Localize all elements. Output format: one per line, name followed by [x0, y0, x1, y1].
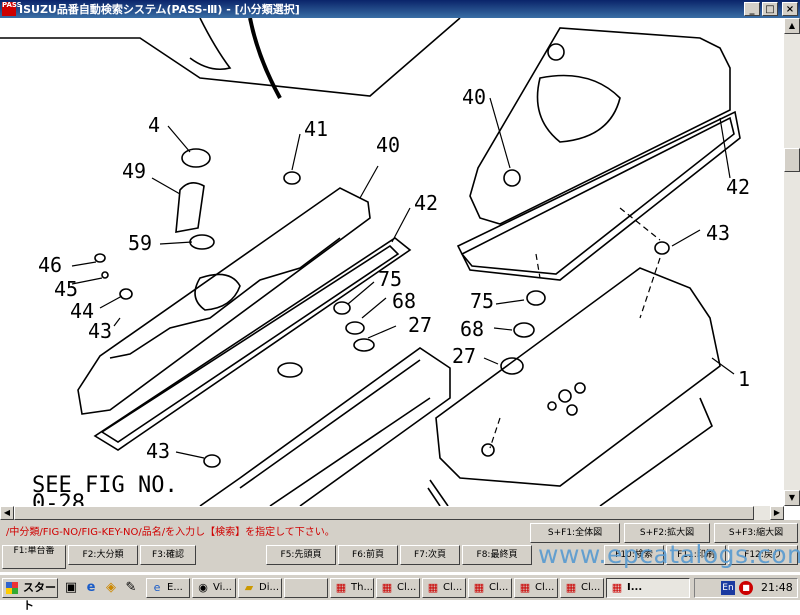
- start-label: スタート: [23, 581, 56, 612]
- scroll-right-icon[interactable]: ▶: [770, 506, 784, 520]
- minimize-button[interactable]: _: [744, 2, 760, 16]
- task-blank[interactable]: [284, 578, 328, 598]
- edit-icon[interactable]: ✎: [122, 579, 140, 597]
- task-cl-4[interactable]: ▦ Cl...: [514, 578, 558, 598]
- language-indicator[interactable]: En: [721, 581, 735, 595]
- app-task-icon: ▦: [381, 581, 393, 594]
- callout-41[interactable]: 41: [304, 117, 328, 141]
- desktop-icon[interactable]: ▣: [62, 579, 80, 597]
- scroll-up-icon[interactable]: ▲: [784, 18, 800, 34]
- app-task-icon: ▦: [427, 581, 439, 594]
- callout-49[interactable]: 49: [122, 159, 146, 183]
- app-task-icon: ▦: [335, 581, 347, 594]
- parts-diagram-svg: 4 41 40 49 42 59 46 45 75 68 44 27 43 43…: [0, 18, 750, 506]
- task-cl-5[interactable]: ▦ Cl...: [560, 578, 604, 598]
- callout-43-lower[interactable]: 43: [146, 439, 170, 463]
- window-title: ISUZU品番自動検索システム(PASS-Ⅲ) - [小分類選択]: [19, 3, 300, 16]
- callout-4[interactable]: 4: [148, 113, 160, 137]
- horizontal-scroll-thumb[interactable]: [14, 506, 754, 520]
- callout-59[interactable]: 59: [128, 231, 152, 255]
- app-task-icon: ◉: [198, 581, 208, 594]
- callout-43-right[interactable]: 43: [706, 221, 730, 245]
- taskbar: スタート ▣ e ◈ ✎ e E... ◉ Vi... ▰ Di... ▦ Th... …: [0, 574, 800, 612]
- task-cl-2[interactable]: ▦ Cl...: [422, 578, 466, 598]
- callout-42-right[interactable]: 42: [726, 175, 750, 199]
- callout-68[interactable]: 68: [392, 289, 416, 313]
- app-icon[interactable]: PASS: [2, 2, 22, 16]
- fkey-f7[interactable]: F7:次頁: [400, 545, 460, 565]
- right-gasket: [456, 110, 741, 281]
- task-cl-1[interactable]: ▦ Cl...: [376, 578, 420, 598]
- left-rocker-cover[interactable]: [77, 187, 371, 415]
- callout-40-right[interactable]: 40: [462, 85, 486, 109]
- app-task-icon: ▦: [611, 581, 623, 594]
- callout-45[interactable]: 45: [54, 277, 78, 301]
- fkey-f8[interactable]: F8:最終頁: [462, 545, 532, 565]
- divider-line: [0, 18, 461, 97]
- vertical-scroll-thumb[interactable]: [784, 148, 800, 172]
- callout-1[interactable]: 1: [738, 367, 750, 391]
- close-button[interactable]: ×: [782, 2, 798, 16]
- callout-27-right[interactable]: 27: [452, 344, 476, 368]
- fkey-f5[interactable]: F5:先頭頁: [266, 545, 336, 565]
- app-task-icon: ▦: [473, 581, 485, 594]
- folder-icon: ▰: [244, 581, 254, 594]
- task-i-active[interactable]: ▦ I...: [606, 578, 690, 598]
- right-rocker-cover[interactable]: [469, 27, 731, 225]
- callout-68-right[interactable]: 68: [460, 317, 484, 341]
- watermark: www.epcatalogs.com: [538, 540, 800, 569]
- task-th[interactable]: ▦ Th...: [330, 578, 374, 598]
- see-fig-ref[interactable]: 0-28: [32, 491, 85, 506]
- explorer-icon[interactable]: ◈: [102, 579, 120, 597]
- callout-40[interactable]: 40: [376, 133, 400, 157]
- ie-icon[interactable]: e: [82, 579, 100, 597]
- stop-icon[interactable]: ■: [739, 581, 753, 595]
- horizontal-scrollbar[interactable]: ◀ ▶: [0, 506, 784, 520]
- fkey-f3[interactable]: F3:確認: [140, 545, 196, 565]
- maximize-button[interactable]: □: [762, 2, 778, 16]
- callout-43[interactable]: 43: [88, 319, 112, 343]
- callout-75-right[interactable]: 75: [470, 289, 494, 313]
- task-cl-3[interactable]: ▦ Cl...: [468, 578, 512, 598]
- callout-75[interactable]: 75: [378, 267, 402, 291]
- fkey-f2[interactable]: F2:大分類: [68, 545, 138, 565]
- scroll-left-icon[interactable]: ◀: [0, 506, 14, 520]
- clock[interactable]: 21:48: [761, 579, 793, 597]
- scroll-down-icon[interactable]: ▼: [784, 490, 800, 506]
- start-button[interactable]: スタート: [2, 578, 58, 612]
- callout-46[interactable]: 46: [38, 253, 62, 277]
- system-tray: En ■ 21:48: [694, 578, 798, 598]
- task-di[interactable]: ▰ Di...: [238, 578, 282, 598]
- app-task-icon: ▦: [565, 581, 577, 594]
- task-e[interactable]: e E...: [146, 578, 190, 598]
- window-controls: _ □ ×: [744, 2, 798, 16]
- app-task-icon: ▦: [519, 581, 531, 594]
- windows-logo-icon: [6, 582, 18, 594]
- ie-task-icon: e: [153, 581, 161, 594]
- oil-filler-cap-4: [181, 148, 211, 168]
- callouts-left: 4 41 40 49 42 59 46 45 75 68 44 27 43 43: [38, 113, 438, 463]
- task-vi[interactable]: ◉ Vi...: [192, 578, 236, 598]
- parts-diagram[interactable]: 4 41 40 49 42 59 46 45 75 68 44 27 43 43…: [0, 18, 784, 506]
- left-gasket: [93, 237, 412, 451]
- fkey-f6[interactable]: F6:前頁: [338, 545, 398, 565]
- callout-27[interactable]: 27: [408, 313, 432, 337]
- vertical-scrollbar[interactable]: ▲ ▼: [784, 18, 800, 506]
- callout-42[interactable]: 42: [414, 191, 438, 215]
- fkey-f1[interactable]: F1:単台番: [2, 545, 66, 569]
- title-bar: PASS ISUZU品番自動検索システム(PASS-Ⅲ) - [小分類選択] _…: [0, 0, 800, 18]
- status-message: /中分類/FIG-NO/FIG-KEY-NO/品名/を入力し【検索】を指定して下…: [6, 527, 335, 538]
